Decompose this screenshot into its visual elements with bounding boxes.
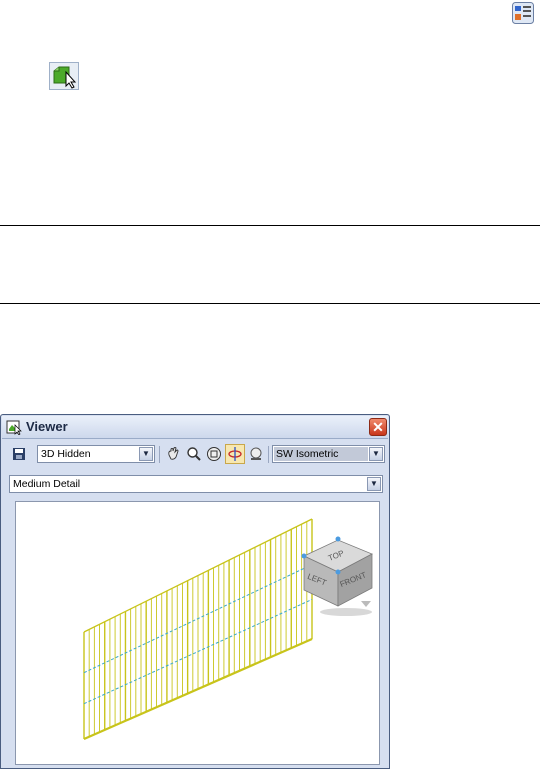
toolbar-separator	[268, 446, 269, 463]
wall-mesh	[83, 518, 313, 741]
window-title: Viewer	[26, 419, 68, 434]
close-button[interactable]: ✕	[369, 418, 387, 436]
cube-menu-icon[interactable]	[361, 601, 371, 607]
zoom-icon[interactable]	[184, 444, 204, 464]
chevron-down-icon[interactable]: ▼	[139, 447, 153, 461]
chevron-down-icon[interactable]: ▼	[367, 477, 381, 491]
view-value: SW Isometric	[274, 447, 368, 461]
cube-corner-handle[interactable]	[335, 569, 341, 575]
cube-shadow	[320, 608, 372, 616]
visual-style-select[interactable]: 3D Hidden ▼	[37, 445, 155, 463]
divider-rule	[0, 225, 540, 226]
model-scene: TOPLEFT FRONT	[83, 518, 373, 741]
title-bar[interactable]: Viewer ✕	[2, 416, 388, 439]
model-viewport[interactable]: TOP LEFT FRONT	[15, 501, 380, 765]
detail-level-select[interactable]: Medium Detail ▼	[9, 475, 383, 493]
chevron-down-icon[interactable]: ▼	[369, 447, 383, 461]
viewer-icon	[6, 419, 22, 436]
viewer-toolbar: 3D Hidden ▼ SW Isometric ▼	[7, 442, 385, 466]
divider-rule	[0, 303, 540, 304]
zoom-extents-icon[interactable]	[204, 444, 224, 464]
palette-icon[interactable]	[512, 2, 534, 24]
viewer-cursor-icon[interactable]	[49, 62, 79, 90]
view-select[interactable]: SW Isometric ▼	[272, 445, 385, 463]
toolbar-separator	[159, 446, 160, 463]
pan-icon[interactable]	[163, 444, 183, 464]
cube-corner-handle[interactable]	[301, 553, 307, 559]
orbit-icon[interactable]	[225, 444, 245, 464]
save-icon[interactable]	[9, 444, 29, 464]
viewer-window: Viewer ✕ 3D Hidden ▼ SW Isometric ▼ Medi…	[0, 414, 390, 769]
camera-icon[interactable]	[246, 444, 266, 464]
visual-style-value: 3D Hidden	[41, 448, 91, 460]
cube-corner-handle[interactable]	[335, 536, 341, 542]
detail-level-value: Medium Detail	[13, 478, 81, 490]
